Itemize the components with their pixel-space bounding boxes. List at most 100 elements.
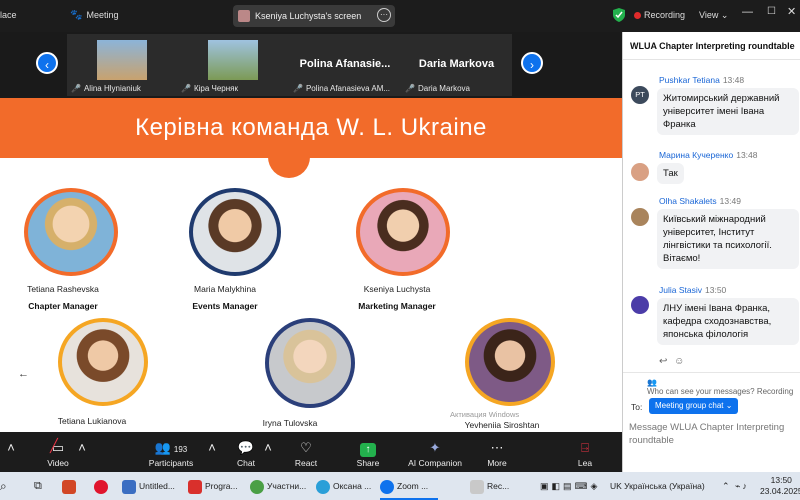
tray-icons[interactable]: ▣◧▤⌨◈ [540,476,600,496]
tray-chevron-icon[interactable]: ⌃ [722,476,730,496]
taskbar-app-label: Zoom ... [397,481,429,491]
audio-options-button[interactable]: ˄ [0,432,22,472]
person-role: Events Manager [192,301,258,311]
recording-indicator[interactable]: Recording [634,10,685,20]
message-bubble[interactable]: Київський міжнародний університет, Інсти… [657,209,799,269]
team-photo [58,318,148,406]
more-button[interactable]: ⋯ More [482,432,512,472]
chat-bubble-icon: 💬 [237,440,255,455]
sender-name: Pushkar Tetiana [659,75,720,85]
banner-tab [268,144,310,178]
participant-video [97,40,147,80]
ai-companion-label: AI Companion [408,458,462,468]
leave-button[interactable]: ⍈ Lea [574,432,596,472]
chat-button[interactable]: 💬 Chat [228,432,264,472]
to-label: To: [631,402,643,412]
more-options-icon[interactable]: ··· [377,8,391,22]
message-bubble[interactable]: Так [657,163,684,184]
maximize-icon[interactable]: ☐ [767,6,776,17]
team-photo [24,188,118,276]
participant-tile[interactable]: Daria Markova 🎤 Daria Markova [401,34,512,96]
chat-options-button[interactable]: ˄ [262,432,274,472]
react-button[interactable]: ♡ React [288,432,324,472]
participant-name: 🎤 Alina Hlynianiuk [71,84,141,93]
mic-muted-icon: 🎤 [71,84,81,93]
screen-share-indicator[interactable]: Kseniya Luchysta's screen ··· [233,5,395,27]
participant-tile[interactable]: 🎤 Alina Hlynianiuk [67,34,177,96]
taskbar-app-label: Rec... [487,481,510,491]
participant-tile[interactable]: 🎤 Кіра Черняк [177,34,289,96]
view-label: View [699,10,719,20]
message-sender: Марина Кучеренко 13:48 [659,150,758,160]
chevron-left-icon: ‹ [45,58,49,72]
taskbar-app[interactable]: Untitled... [122,476,175,496]
sender-name: Марина Кучеренко [659,150,734,160]
person-role: Marketing Manager [358,301,436,311]
taskbar-app[interactable]: Zoom ... [380,476,428,496]
prev-page-button[interactable]: ‹ [36,52,58,74]
reply-icon[interactable]: ↩ [659,356,667,367]
powerpoint-icon[interactable] [62,476,79,496]
record-icon [470,479,484,494]
search-icon[interactable]: ⌕ [0,476,7,496]
taskbar-app-label: Участни... [267,481,307,491]
participant-name: 🎤 Polina Afanasieva AM... [293,84,390,93]
recipient-select[interactable]: Meeting group chat ⌄ [649,398,739,414]
slide-title: Керівна команда W. L. Ukraine [135,114,487,141]
task-view-icon[interactable]: ⧉ [34,476,42,496]
shared-screen: Керівна команда W. L. Ukraine Tetiana Ra… [0,98,622,432]
minimize-icon[interactable]: — [742,6,753,18]
message-sender: Olha Shakalets 13:49 [659,196,741,206]
language-text: UK Українська (Україна) [610,481,705,491]
message-sender: Pushkar Tetiana 13:48 [659,75,744,85]
video-off-icon: ▭ ╱ [50,438,65,455]
recipient-label: Meeting group chat [655,401,724,410]
share-button[interactable]: ↑ Share [350,432,386,472]
chevron-right-icon: › [530,58,534,72]
chat-title: WLUA Chapter Interpreting roundtable [623,32,800,60]
chevron-up-icon: ˄ [208,440,216,455]
message-bubble[interactable]: ЛНУ імені Івана Франка, кафедра сходозна… [657,298,799,345]
window-title-fragment: lace [0,10,17,20]
view-button[interactable]: View ⌄ [699,10,728,21]
avatar: PT [631,86,649,104]
taskbar-app[interactable]: Оксана ... [316,476,371,496]
participants-button[interactable]: 👥 193 Participants [138,432,204,472]
next-page-button[interactable]: › [521,52,543,74]
team-photo [356,188,450,276]
participant-name-text: Alina Hlynianiuk [83,84,141,93]
chevron-up-icon: ˄ [264,440,272,455]
react-label: React [294,458,318,468]
chat-visibility-notice[interactable]: 👥 Who can see your messages? Recording [623,372,800,396]
close-icon[interactable]: ✕ [787,5,796,18]
emoji-icon[interactable]: ☺ [674,356,684,367]
network-volume-icons[interactable]: ⌁♪ [735,476,749,496]
video-button[interactable]: ▭ ╱ Video [36,432,80,472]
more-dots-icon: ⋯ [490,440,504,455]
participants-options-button[interactable]: ˄ [206,432,218,472]
participant-tile[interactable]: Polina Afanasie... 🎤 Polina Afanasieva AM… [289,34,401,96]
clock-time: 13:50 [770,475,792,485]
chat-panel: WLUA Chapter Interpreting roundtable PT … [622,32,800,472]
taskbar-app[interactable]: Участни... [250,476,306,496]
recording-label: Recording [644,10,686,20]
taskbar-app[interactable]: Progra... [188,476,238,496]
arrow-left-icon[interactable]: ← [18,368,29,380]
message-input[interactable]: Message WLUA Chapter Interpreting roundt… [629,421,799,447]
leave-label: Lea [577,458,593,468]
taskbar-app-label: Progra... [205,481,238,491]
participant-name: 🎤 Daria Markova [405,84,470,93]
more-label: More [487,458,507,468]
opera-icon[interactable] [94,476,111,496]
language-indicator[interactable]: UK Українська (Україна) [610,476,705,496]
meeting-info-button[interactable]: 🐾 Meeting [70,10,118,21]
taskbar-app[interactable]: Rec... [470,476,509,496]
shield-icon[interactable] [613,8,625,24]
clock[interactable]: 13:50 23.04.2025 [760,475,800,497]
person-name: Iryna Tulovska [262,418,318,428]
taskbar-app-label: Оксана ... [333,481,372,491]
message-bubble[interactable]: Житомирський державний університет імені… [657,88,799,135]
chat-label: Chat [237,458,255,468]
ai-companion-button[interactable]: ✦ AI Companion [404,432,466,472]
video-options-button[interactable]: ˄ [76,432,88,472]
